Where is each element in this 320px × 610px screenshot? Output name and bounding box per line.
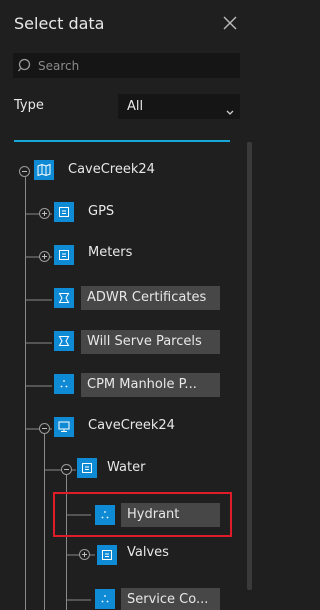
chevron-down-icon — [225, 102, 235, 115]
collapse-toggle-water[interactable] — [61, 464, 72, 475]
accent-divider — [14, 140, 230, 142]
table-icon — [77, 458, 97, 478]
close-icon[interactable] — [221, 14, 239, 32]
table-icon — [54, 202, 74, 222]
tree-root-label[interactable]: CaveCreek24 — [68, 162, 155, 177]
search-icon — [17, 57, 35, 75]
selection-highlight — [53, 492, 232, 537]
polygon-icon — [54, 331, 74, 351]
table-icon — [54, 245, 74, 265]
map-icon — [34, 160, 54, 180]
tree-item-valves[interactable]: Valves — [127, 545, 169, 560]
point-icon — [95, 589, 115, 609]
expand-toggle-meters[interactable] — [39, 251, 50, 262]
polygon-icon — [54, 288, 74, 308]
tree-item-will-serve-parcels[interactable]: Will Serve Parcels — [81, 330, 220, 354]
type-label: Type — [14, 98, 44, 113]
collapse-toggle-root[interactable] — [19, 166, 30, 177]
expand-toggle-valves[interactable] — [79, 549, 90, 560]
tree-item-adwr-certificates[interactable]: ADWR Certificates — [81, 286, 220, 310]
scrollbar-thumb[interactable] — [247, 142, 252, 590]
tree-item-cavecreek24-service[interactable]: CaveCreek24 — [88, 418, 175, 433]
tree-item-service-connections[interactable]: Service Co... — [121, 588, 220, 610]
tree-item-cpm-manhole[interactable]: CPM Manhole P... — [81, 373, 220, 397]
tree-item-meters[interactable]: Meters — [88, 245, 132, 260]
expand-toggle-gps[interactable] — [39, 208, 50, 219]
search-box — [13, 53, 240, 78]
collapse-toggle-cavecreek24-service[interactable] — [39, 423, 50, 434]
point-icon — [54, 374, 74, 394]
type-select-value: All — [127, 99, 144, 114]
table-icon — [97, 545, 117, 565]
service-icon — [54, 417, 74, 437]
tree-item-water[interactable]: Water — [107, 460, 145, 475]
tree-item-gps[interactable]: GPS — [88, 204, 114, 219]
panel-title: Select data — [14, 14, 105, 33]
type-select[interactable]: All — [118, 94, 240, 119]
search-input[interactable] — [38, 56, 233, 76]
